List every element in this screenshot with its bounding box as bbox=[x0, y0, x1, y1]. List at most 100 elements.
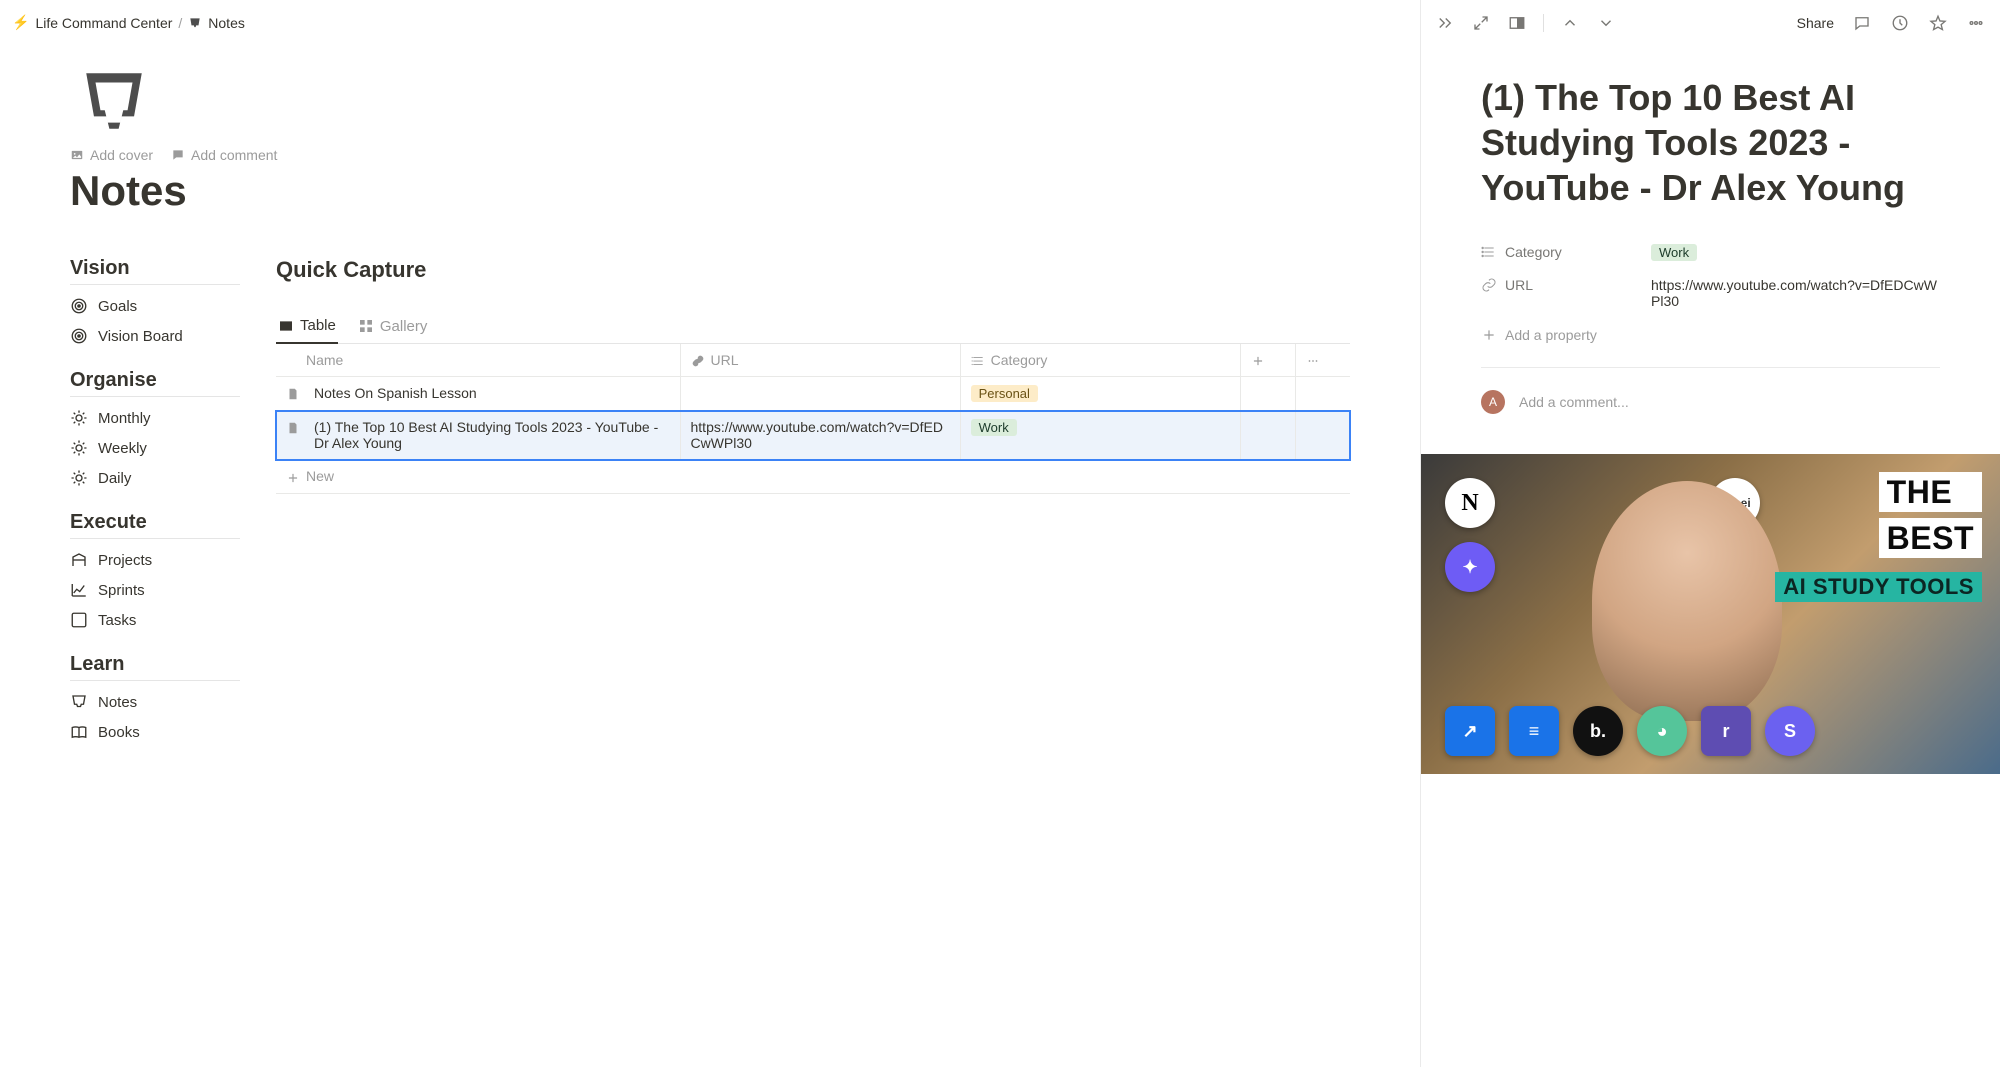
construction-icon bbox=[70, 551, 88, 569]
prev-record-icon[interactable] bbox=[1560, 13, 1580, 33]
nav-item-notes[interactable]: Notes bbox=[70, 687, 240, 717]
nav-item-vision-board[interactable]: Vision Board bbox=[70, 321, 240, 351]
nav-label: Sprints bbox=[98, 582, 145, 599]
expand-fullpage-icon[interactable] bbox=[1471, 13, 1491, 33]
video-thumbnail[interactable]: N ✦ genei Otter THE BEST AI STUDY TOOLS … bbox=[1421, 454, 2000, 774]
book-icon bbox=[70, 723, 88, 741]
favorite-icon[interactable] bbox=[1928, 13, 1948, 33]
next-record-icon[interactable] bbox=[1596, 13, 1616, 33]
app-icon: ✦ bbox=[1445, 542, 1495, 592]
nav-item-weekly[interactable]: Weekly bbox=[70, 433, 240, 463]
add-property-label: Add a property bbox=[1505, 327, 1597, 343]
thumb-banner: AI STUDY TOOLS bbox=[1775, 572, 1982, 602]
property-label: URL bbox=[1505, 277, 1533, 293]
sun-icon bbox=[70, 439, 88, 457]
notion-logo-icon: N bbox=[1445, 478, 1495, 528]
sun-icon bbox=[70, 409, 88, 427]
nav-label: Daily bbox=[98, 470, 131, 487]
table-row[interactable]: Notes On Spanish Lesson Personal bbox=[276, 377, 1350, 411]
target-icon bbox=[70, 297, 88, 315]
property-value-url[interactable]: https://www.youtube.com/watch?v=DfEDCwWP… bbox=[1651, 277, 1940, 309]
separator bbox=[1543, 14, 1544, 32]
thumb-text-line2: BEST bbox=[1879, 518, 1982, 558]
cell-name: Notes On Spanish Lesson bbox=[314, 385, 477, 401]
add-cover-button[interactable]: Add cover bbox=[70, 147, 153, 163]
chart-line-icon bbox=[70, 581, 88, 599]
nav-label: Projects bbox=[98, 552, 152, 569]
detail-title[interactable]: (1) The Top 10 Best AI Studying Tools 20… bbox=[1481, 75, 1940, 210]
new-row-button[interactable]: New bbox=[276, 460, 1350, 493]
nav-label: Vision Board bbox=[98, 328, 183, 345]
nav-section-vision: Vision bbox=[70, 257, 240, 285]
add-comment-label: Add comment bbox=[191, 147, 277, 163]
person-image bbox=[1592, 481, 1782, 721]
tab-label: Gallery bbox=[380, 318, 428, 335]
table-row[interactable]: (1) The Top 10 Best AI Studying Tools 20… bbox=[276, 411, 1350, 460]
app-icon: b. bbox=[1573, 706, 1623, 756]
add-comment-button[interactable]: Add comment bbox=[171, 147, 277, 163]
breadcrumb-current[interactable]: Notes bbox=[208, 15, 245, 31]
inbox-icon bbox=[188, 16, 202, 30]
avatar: A bbox=[1481, 390, 1505, 414]
more-icon[interactable] bbox=[1966, 13, 1986, 33]
cell-url[interactable]: https://www.youtube.com/watch?v=DfEDCwWP… bbox=[680, 411, 960, 460]
breadcrumb-parent[interactable]: Life Command Center bbox=[35, 15, 172, 31]
page-title[interactable]: Notes bbox=[70, 167, 1350, 215]
tab-label: Table bbox=[300, 317, 336, 334]
nav-item-tasks[interactable]: Tasks bbox=[70, 605, 240, 635]
target-icon bbox=[70, 327, 88, 345]
nav-label: Books bbox=[98, 724, 140, 741]
divider bbox=[1481, 367, 1940, 368]
nav-label: Notes bbox=[98, 694, 137, 711]
quick-capture-table: Name URL Category bbox=[276, 344, 1350, 494]
add-property-button[interactable]: Add a property bbox=[1481, 317, 1940, 353]
nav-item-projects[interactable]: Projects bbox=[70, 545, 240, 575]
cell-url[interactable] bbox=[680, 377, 960, 411]
checkbox-icon bbox=[70, 611, 88, 629]
nav-section-organise: Organise bbox=[70, 369, 240, 397]
cell-category[interactable]: Personal bbox=[960, 377, 1240, 411]
nav-section-learn: Learn bbox=[70, 653, 240, 681]
nav-section-execute: Execute bbox=[70, 511, 240, 539]
app-icon: ◕ bbox=[1637, 706, 1687, 756]
thumb-text-line1: THE bbox=[1879, 472, 1982, 512]
nav-item-monthly[interactable]: Monthly bbox=[70, 403, 240, 433]
sun-icon bbox=[70, 469, 88, 487]
inbox-icon bbox=[70, 693, 88, 711]
nav-label: Tasks bbox=[98, 612, 136, 629]
add-cover-label: Add cover bbox=[90, 147, 153, 163]
nav-label: Goals bbox=[98, 298, 137, 315]
property-label: Category bbox=[1505, 244, 1562, 260]
app-icon: ≡ bbox=[1509, 706, 1559, 756]
tab-gallery[interactable]: Gallery bbox=[356, 311, 430, 343]
nav-label: Weekly bbox=[98, 440, 147, 457]
property-row-category[interactable]: Category Work bbox=[1481, 236, 1940, 269]
comment-placeholder[interactable]: Add a comment... bbox=[1519, 394, 1629, 410]
add-column-button[interactable] bbox=[1240, 344, 1295, 377]
cell-name: (1) The Top 10 Best AI Studying Tools 20… bbox=[314, 419, 670, 451]
nav-item-sprints[interactable]: Sprints bbox=[70, 575, 240, 605]
nav-item-goals[interactable]: Goals bbox=[70, 291, 240, 321]
property-value-category[interactable]: Work bbox=[1651, 244, 1697, 261]
comment-input-row[interactable]: A Add a comment... bbox=[1481, 382, 1940, 434]
collapse-panel-icon[interactable] bbox=[1435, 13, 1455, 33]
nav-item-daily[interactable]: Daily bbox=[70, 463, 240, 493]
page-icon-inbox[interactable] bbox=[70, 65, 158, 137]
updates-icon[interactable] bbox=[1890, 13, 1910, 33]
comments-icon[interactable] bbox=[1852, 13, 1872, 33]
peek-mode-icon[interactable] bbox=[1507, 13, 1527, 33]
nav-label: Monthly bbox=[98, 410, 151, 427]
column-header-category[interactable]: Category bbox=[960, 344, 1240, 377]
column-header-name[interactable]: Name bbox=[276, 344, 680, 377]
app-icon: r bbox=[1701, 706, 1751, 756]
nav-item-books[interactable]: Books bbox=[70, 717, 240, 747]
column-menu-button[interactable] bbox=[1295, 344, 1350, 377]
tab-table[interactable]: Table bbox=[276, 311, 338, 344]
section-title-quick-capture: Quick Capture bbox=[276, 257, 1350, 283]
cell-category[interactable]: Work bbox=[960, 411, 1240, 460]
property-row-url[interactable]: URL https://www.youtube.com/watch?v=DfED… bbox=[1481, 269, 1940, 317]
app-icon: S bbox=[1765, 706, 1815, 756]
app-icon: ↗ bbox=[1445, 706, 1495, 756]
share-button[interactable]: Share bbox=[1797, 15, 1834, 31]
column-header-url[interactable]: URL bbox=[680, 344, 960, 377]
